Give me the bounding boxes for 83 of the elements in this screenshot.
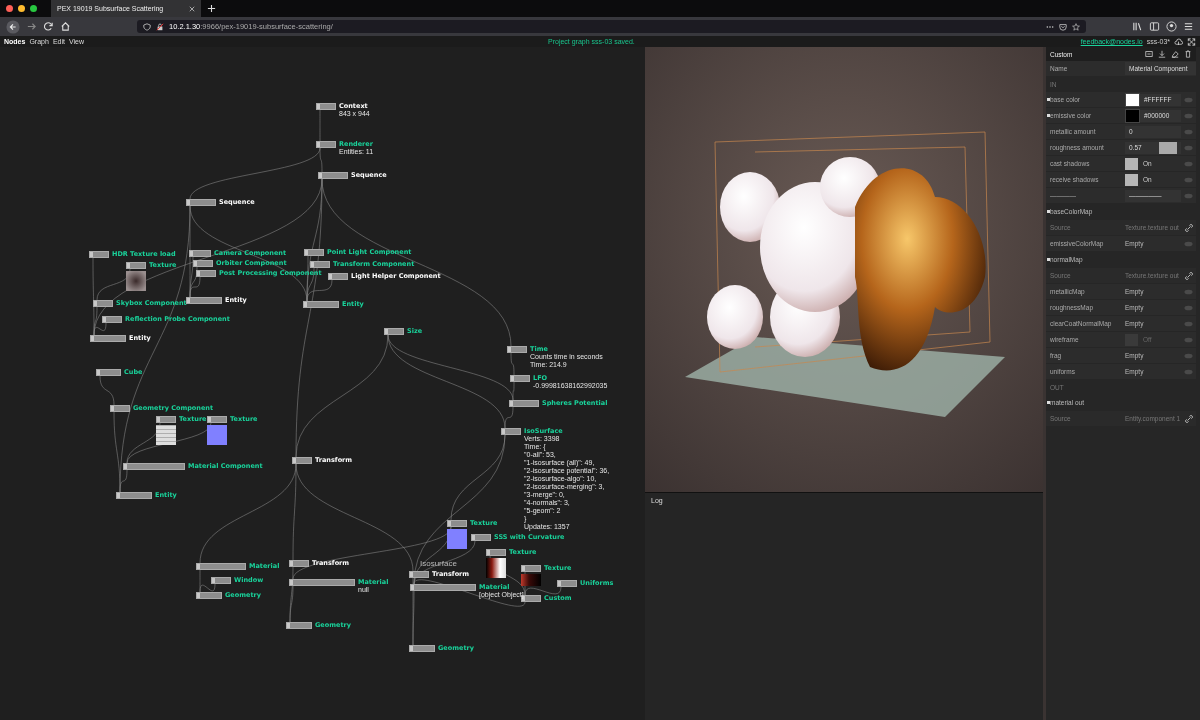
graph-node[interactable] — [316, 103, 336, 110]
texture-preview — [207, 425, 227, 445]
graph-node[interactable] — [289, 579, 355, 586]
library-icon[interactable] — [1132, 21, 1143, 32]
star-icon[interactable] — [1072, 22, 1080, 31]
graph-node[interactable] — [196, 592, 222, 599]
zoom-window-icon[interactable] — [30, 5, 37, 12]
graph-node[interactable] — [110, 405, 130, 412]
home-icon[interactable] — [60, 21, 71, 32]
reload-icon[interactable] — [43, 21, 54, 32]
graph-node[interactable] — [486, 549, 506, 556]
graph-node[interactable] — [196, 563, 246, 570]
toggle-checkbox[interactable] — [1125, 173, 1138, 186]
graph-node[interactable] — [318, 172, 348, 179]
back-icon[interactable] — [6, 19, 20, 34]
graph-node[interactable] — [292, 457, 312, 464]
graph-node[interactable] — [189, 250, 211, 257]
graph-node[interactable] — [410, 584, 476, 591]
account-icon[interactable] — [1166, 21, 1177, 32]
connector-line — [99, 375, 115, 406]
graph-node[interactable] — [90, 335, 126, 342]
color-swatch[interactable] — [1125, 108, 1140, 123]
shield-icon — [143, 22, 151, 31]
graph-node[interactable] — [156, 416, 176, 423]
eye-icon[interactable] — [1184, 240, 1193, 247]
group-label: Isosurface — [420, 559, 457, 568]
graph-node[interactable] — [93, 300, 113, 307]
graph-node[interactable] — [289, 560, 309, 567]
close-window-icon[interactable] — [6, 5, 13, 12]
graph-node[interactable] — [303, 301, 339, 308]
graph-node[interactable] — [447, 520, 467, 527]
graph-node[interactable] — [207, 416, 227, 423]
graph-node[interactable] — [116, 492, 152, 499]
graph-node[interactable] — [316, 141, 336, 148]
link-icon[interactable] — [1185, 414, 1193, 423]
graph-node[interactable] — [510, 375, 530, 382]
texture-preview — [486, 558, 506, 578]
graph-node[interactable] — [409, 571, 429, 578]
graph-node[interactable] — [186, 199, 216, 206]
graph-node[interactable] — [196, 270, 216, 277]
graph-node[interactable] — [102, 316, 122, 323]
graph-node[interactable] — [123, 463, 185, 470]
texture-preview — [447, 529, 467, 549]
graph-node[interactable] — [384, 328, 404, 335]
download-icon[interactable] — [1158, 50, 1166, 58]
texture-preview — [126, 271, 146, 291]
graph-node[interactable] — [310, 261, 330, 268]
slider-handle[interactable] — [1158, 141, 1177, 154]
close-icon[interactable] — [189, 5, 195, 12]
new-tab-icon[interactable] — [207, 4, 216, 13]
menu-icon[interactable] — [1183, 21, 1194, 32]
graph-node[interactable] — [304, 249, 324, 256]
graph-node[interactable] — [89, 251, 109, 258]
graph-node[interactable] — [521, 565, 541, 572]
graph-node[interactable] — [211, 577, 231, 584]
cloud-icon[interactable] — [1174, 37, 1183, 46]
frame-icon[interactable] — [1145, 50, 1153, 58]
graph-node[interactable] — [409, 645, 435, 652]
color-swatch[interactable] — [1125, 92, 1140, 107]
trash-icon[interactable] — [1184, 50, 1192, 58]
sidebar-icon[interactable] — [1149, 21, 1160, 32]
eraser-icon[interactable] — [1171, 50, 1179, 58]
pocket-icon[interactable] — [1059, 22, 1067, 31]
toggle-checkbox[interactable] — [1125, 157, 1138, 170]
graph-node[interactable] — [557, 580, 577, 587]
link-icon[interactable] — [1185, 223, 1193, 232]
forward-icon[interactable] — [26, 21, 37, 32]
minimize-window-icon[interactable] — [18, 5, 25, 12]
graph-node[interactable] — [328, 273, 348, 280]
link-icon[interactable] — [1185, 271, 1193, 280]
graph-node[interactable] — [193, 260, 213, 267]
texture-preview — [156, 425, 176, 445]
graph-node[interactable] — [96, 369, 121, 376]
graph-node[interactable] — [186, 297, 222, 304]
graph-node[interactable] — [509, 400, 539, 407]
graph-node[interactable] — [126, 262, 146, 269]
graph-node[interactable] — [507, 346, 527, 353]
graph-node[interactable] — [471, 534, 491, 541]
texture-preview — [521, 574, 541, 586]
graph-node[interactable] — [286, 622, 312, 629]
insecure-lock-icon — [156, 22, 164, 31]
graph-node[interactable] — [501, 428, 521, 435]
fullscreen-icon[interactable] — [1187, 37, 1196, 46]
